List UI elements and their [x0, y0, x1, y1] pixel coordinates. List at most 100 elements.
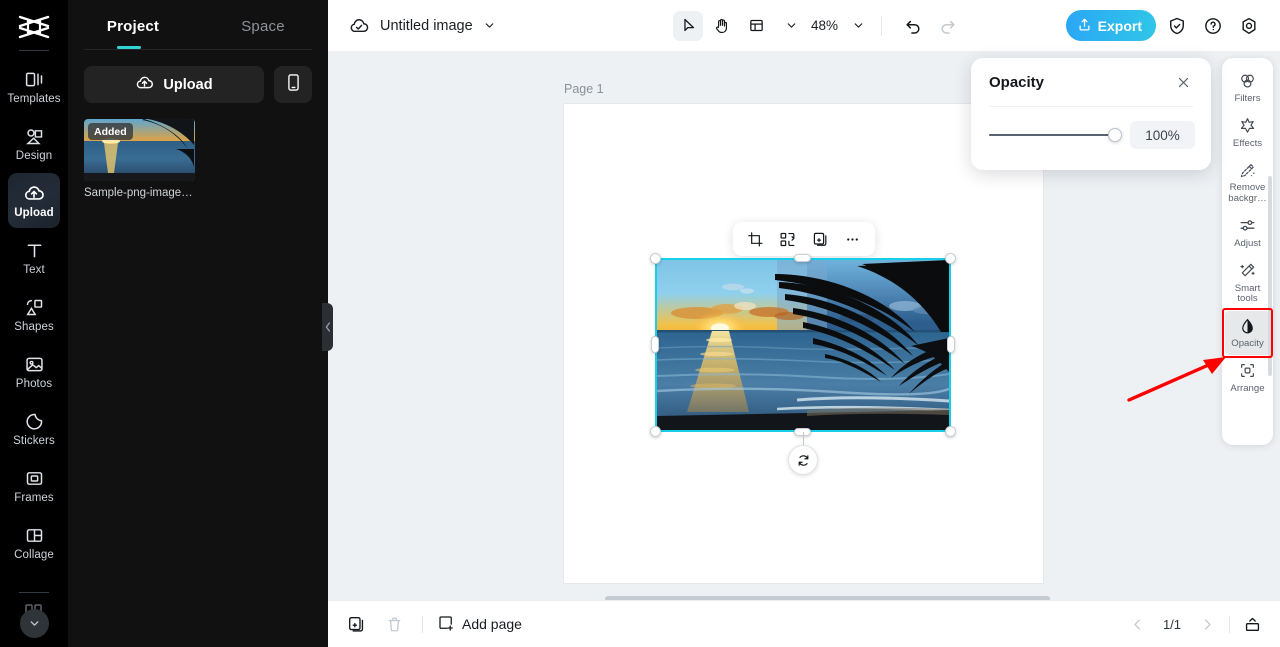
sidebar-item-text[interactable]: Text	[8, 230, 60, 285]
layout-chevron-down-icon[interactable]	[785, 19, 798, 32]
collage-icon	[23, 524, 45, 546]
mobile-device-icon	[286, 73, 301, 97]
close-x-icon[interactable]	[1173, 72, 1193, 92]
toolbar-divider	[881, 15, 883, 36]
next-page-button[interactable]	[1193, 610, 1221, 638]
sidebar-item-upload[interactable]: Upload	[8, 173, 60, 228]
sidebar-item-templates[interactable]: Templates	[7, 59, 61, 114]
duplicate-page-button[interactable]	[342, 610, 370, 638]
question-circle-icon[interactable]	[1198, 11, 1228, 41]
tool-remove-background[interactable]: Remove backgr…	[1222, 154, 1273, 209]
capcut-logo-icon[interactable]	[14, 10, 54, 44]
adjust-sliders-icon	[1238, 216, 1258, 236]
asset-name: Sample-png-image-1...	[84, 187, 195, 199]
document-title[interactable]: Untitled image	[380, 18, 473, 34]
opacity-popup: Opacity 100%	[971, 58, 1211, 170]
sidebar-item-stickers[interactable]: Stickers	[8, 401, 60, 456]
left-nav-rail: Templates Design Upload Text Shapes Phot…	[0, 0, 68, 647]
resize-handle-top-right[interactable]	[945, 253, 956, 264]
shapes-icon	[23, 296, 45, 318]
tab-active-underline	[117, 46, 141, 49]
sidebar-item-frames[interactable]: Frames	[8, 458, 60, 513]
cloud-saved-icon	[348, 15, 370, 37]
duplicate-button[interactable]	[807, 226, 833, 252]
upload-button-label: Upload	[163, 76, 213, 93]
zoom-chevron-down-icon[interactable]	[852, 19, 865, 32]
replace-button[interactable]	[775, 226, 801, 252]
export-button-label: Export	[1097, 17, 1142, 34]
undo-button[interactable]	[898, 11, 928, 41]
delete-page-button[interactable]	[380, 610, 408, 638]
redo-button[interactable]	[932, 11, 962, 41]
bottom-toolbar: Add page 1/1	[328, 600, 1280, 647]
opacity-popup-title: Opacity	[989, 73, 1045, 91]
upload-from-device-button[interactable]	[274, 66, 312, 103]
expand-rail-button[interactable]	[19, 609, 49, 638]
pages-panel-button[interactable]	[1238, 610, 1266, 638]
resize-handle-left[interactable]	[651, 336, 659, 353]
tool-label: Filters	[1234, 93, 1261, 104]
text-icon	[23, 239, 45, 261]
tool-arrange[interactable]: Arrange	[1222, 355, 1273, 400]
sidebar-item-design[interactable]: Design	[8, 116, 60, 171]
selection-bounding-box	[655, 258, 951, 432]
upload-button[interactable]: Upload	[84, 66, 264, 103]
opacity-slider[interactable]	[989, 127, 1122, 143]
design-icon	[23, 125, 45, 147]
sidebar-item-photos[interactable]: Photos	[8, 344, 60, 399]
sidebar-item-shapes[interactable]: Shapes	[8, 287, 60, 342]
bottom-divider	[422, 615, 423, 633]
tool-label: Adjust	[1234, 237, 1261, 249]
asset-item[interactable]: Added Sample-png-image-1...	[84, 119, 195, 199]
chevron-down-icon[interactable]	[483, 19, 496, 32]
stickers-icon	[23, 410, 45, 432]
select-tool-button[interactable]	[673, 10, 703, 41]
remove-background-icon	[1238, 160, 1258, 180]
arrange-icon	[1238, 361, 1258, 381]
sidebar-item-label: Photos	[15, 378, 53, 390]
opacity-slider-track	[989, 133, 1120, 137]
tool-adjust[interactable]: Adjust	[1222, 210, 1273, 255]
previous-page-button[interactable]	[1123, 610, 1151, 638]
right-tools-sidebar: Filters Effects Remove backgr… Adjust Sm…	[1222, 58, 1273, 445]
crop-button[interactable]	[742, 226, 768, 252]
shield-check-icon[interactable]	[1162, 11, 1192, 41]
asset-thumbnail[interactable]: Added	[84, 119, 195, 181]
top-right-tools: Export	[1065, 10, 1264, 41]
asset-list: Added Sample-png-image-1...	[68, 103, 328, 199]
opacity-value-input[interactable]: 100%	[1130, 121, 1195, 149]
opacity-slider-knob[interactable]	[1108, 128, 1122, 142]
sidebar-item-label: Shapes	[14, 321, 54, 333]
selected-image-element[interactable]	[650, 253, 956, 475]
resize-handle-top[interactable]	[794, 254, 811, 262]
opacity-popup-body: 100%	[971, 107, 1211, 149]
layout-tool-button[interactable]	[741, 11, 771, 41]
tab-project[interactable]: Project	[68, 12, 198, 49]
bottom-left-tools: Add page	[342, 610, 522, 638]
sidebar-scrollbar[interactable]	[1268, 176, 1272, 376]
settings-gear-icon[interactable]	[1234, 11, 1264, 41]
tool-filters[interactable]: Filters	[1222, 65, 1273, 110]
tool-smart-tools[interactable]: Smart tools	[1222, 255, 1273, 310]
tool-opacity[interactable]: Opacity	[1222, 308, 1273, 358]
more-options-button[interactable]	[840, 226, 866, 252]
project-panel: Project Space Upload Added Sample-png-im…	[68, 0, 328, 647]
page-label: Page 1	[564, 82, 604, 96]
sidebar-item-collage[interactable]: Collage	[8, 515, 60, 570]
tool-effects[interactable]: Effects	[1222, 110, 1273, 155]
resize-handle-bottom-right[interactable]	[945, 426, 956, 437]
export-button[interactable]: Export	[1065, 10, 1156, 41]
tool-label: Remove backgr…	[1228, 182, 1267, 205]
rotate-handle-stem	[802, 432, 804, 446]
resize-handle-bottom-left[interactable]	[650, 426, 661, 437]
rotate-handle-button[interactable]	[788, 445, 818, 475]
tab-space[interactable]: Space	[198, 12, 328, 49]
sidebar-item-label: Design	[15, 150, 53, 162]
export-upload-icon	[1077, 17, 1092, 35]
hand-tool-button[interactable]	[707, 11, 737, 41]
resize-handle-top-left[interactable]	[650, 253, 661, 264]
collapse-panel-handle[interactable]	[322, 303, 333, 351]
add-page-button[interactable]: Add page	[437, 614, 522, 635]
resize-handle-right[interactable]	[947, 336, 955, 353]
zoom-level-value[interactable]: 48%	[811, 18, 838, 33]
